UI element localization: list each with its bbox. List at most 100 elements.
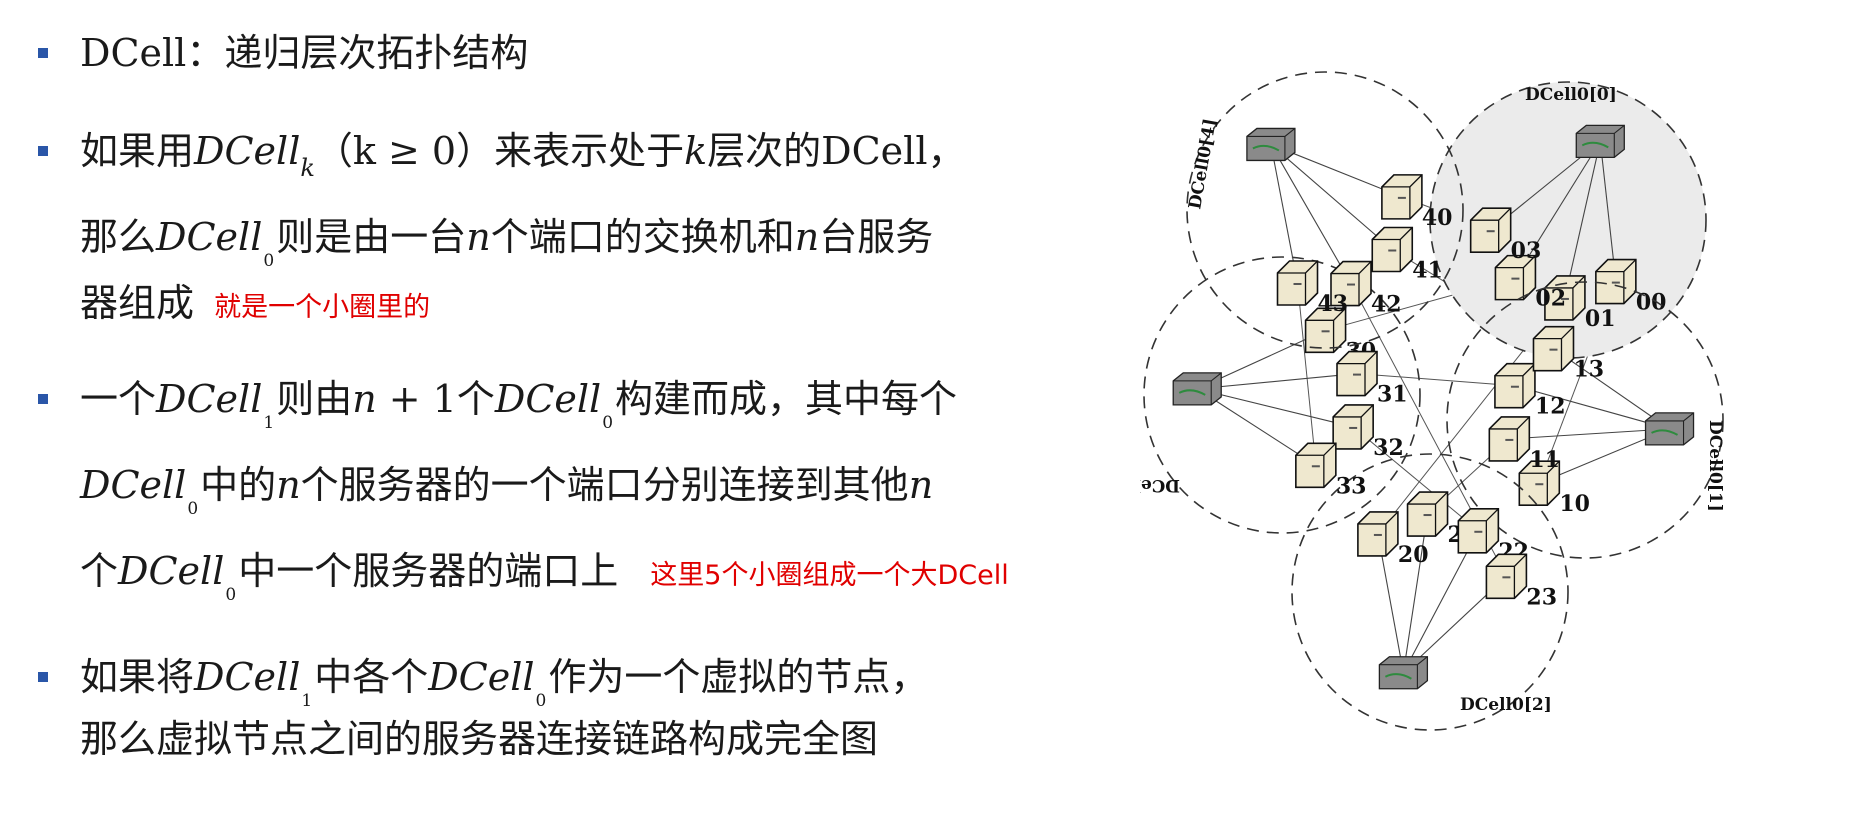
bullet-4-line-1: 如果将DCell1中各个DCell0作为一个虚拟的节点，: [80, 654, 929, 711]
math-subscript: 0: [187, 499, 199, 519]
bullet-3-line-2: DCell0中的n个服务器的一个端口分别连接到其他n: [80, 462, 934, 519]
annotation-note: 这里5个小圈组成一个大DCell: [650, 560, 1009, 591]
bullet-3-line-3: 个DCell0中一个服务器的端口上 这里5个小圈组成一个大DCell: [80, 548, 1009, 605]
text-run: 中各个: [314, 655, 429, 699]
server-label: 23: [1526, 584, 1557, 610]
bullet-marker: [38, 48, 48, 58]
math-term: DCell: [80, 463, 187, 507]
server-label: 33: [1336, 473, 1367, 499]
math-term: DCell: [194, 655, 301, 699]
bullet-marker: [38, 672, 48, 682]
math-subscript: 0: [225, 585, 237, 605]
text-run: 那么: [80, 215, 157, 259]
switch-icon: [1246, 127, 1296, 162]
server-label: 03: [1511, 238, 1542, 264]
server-icon: [1406, 491, 1449, 537]
math-term: n: [466, 215, 491, 259]
math-term: DCell: [156, 377, 263, 421]
math-term: n: [276, 463, 301, 507]
switch-icon: [1172, 372, 1222, 406]
text-run: （k ≥ 0）来表示处于: [314, 129, 685, 173]
text-run: 如果将: [80, 655, 195, 699]
switch-icon: [1644, 412, 1695, 446]
switch-icon: [1575, 124, 1625, 159]
text-run: + 1个: [376, 377, 495, 421]
text-run: 如果用: [80, 129, 195, 173]
text-run: 个端口的交换机和: [490, 215, 795, 259]
server-label: 40: [1422, 205, 1453, 231]
bullet-2-line-3: 器组成 就是一个小圈里的: [80, 280, 430, 331]
math-term: n: [794, 215, 820, 259]
text-run: 则由: [276, 377, 353, 421]
math-subscript: 1: [263, 413, 275, 433]
math-subscript: 1: [301, 691, 313, 711]
server-label: 42: [1371, 292, 1402, 318]
server-icon: [1595, 258, 1637, 305]
math-term: DCell: [194, 129, 301, 173]
text-run: 则是由一台: [276, 215, 467, 259]
text-run: 作为一个虚拟的节点，: [548, 655, 929, 699]
cells-layer: 00010203DCell0[0]10111213DCell0[1]202122…: [1140, 71, 1725, 731]
text-run: 个服务器的一个端口分别连接到其他: [300, 463, 909, 507]
dcell-label: DCell0[0]: [1525, 85, 1617, 105]
dcell-group: 40 41 42 43 DCell0[4]: [1185, 71, 1464, 349]
bullet-4-line-2: 那么虚拟节点之间的服务器连接链路构成完全图: [80, 717, 879, 761]
text-run: 个: [80, 549, 119, 593]
bullet-2-line-1: 如果用DCellk（k ≥ 0）来表示处于k层次的DCell，: [80, 128, 966, 182]
server-icon: [1485, 553, 1528, 600]
text-run: 中的: [200, 463, 277, 507]
bullet-marker: [38, 394, 48, 404]
server-link: [1297, 282, 1317, 466]
math-term: n: [908, 463, 934, 507]
server-label: 12: [1535, 394, 1566, 420]
math-subscript: 0: [263, 251, 275, 271]
math-subscript: k: [300, 154, 315, 182]
text-run: 台服务: [819, 215, 934, 259]
dcell-label: DCell0[4]: [1185, 117, 1221, 211]
server-label: 20: [1398, 542, 1429, 568]
dcell-label: DCell0[2]: [1460, 695, 1552, 715]
server-label: 11: [1529, 447, 1560, 473]
math-subscript: 0: [602, 413, 614, 433]
server-label: 01: [1585, 306, 1616, 332]
server-icon: [1332, 404, 1374, 450]
dcell-label: DCell0[3]: [1140, 475, 1180, 495]
annotation-note: 就是一个小圈里的: [214, 292, 431, 323]
bullet-2-line-2: 那么DCell0则是由一台n个端口的交换机和n台服务: [80, 214, 934, 271]
server-label: 32: [1373, 435, 1404, 461]
math-term: DCell: [118, 549, 225, 593]
dcell-label: DCell0[1]: [1705, 420, 1725, 512]
server-icon: [1494, 362, 1536, 409]
server-label: 10: [1559, 491, 1590, 517]
server-icon: [1336, 350, 1378, 397]
math-term: k: [684, 129, 708, 173]
server-label: 43: [1318, 291, 1349, 317]
server-label: 31: [1377, 382, 1408, 408]
math-term: DCell: [494, 377, 602, 421]
math-subscript: 0: [535, 691, 547, 711]
server-icon: [1457, 507, 1500, 554]
server-label: 13: [1573, 357, 1604, 383]
switch-link: [1270, 144, 1393, 250]
text-run: 层次的DCell，: [707, 129, 966, 173]
dcell-group: 00010203DCell0[0]: [1429, 81, 1707, 359]
text-run: 构建而成，其中每个: [615, 377, 958, 421]
server-icon: [1488, 416, 1531, 462]
server-icon: [1381, 174, 1423, 220]
math-term: n: [352, 377, 377, 421]
bullet-1-text: DCell：递归层次拓扑结构: [80, 31, 529, 75]
server-label: 41: [1412, 257, 1443, 283]
text-run: 中一个服务器的端口上: [238, 549, 619, 593]
text-run: 器组成: [80, 281, 195, 325]
math-term: DCell: [156, 215, 263, 259]
server-icon: [1295, 442, 1337, 489]
bullet-marker: [38, 146, 48, 156]
text-run: 一个: [80, 377, 157, 421]
server-icon: [1469, 207, 1512, 254]
server-icon: [1532, 325, 1575, 372]
math-term: DCell: [428, 655, 535, 699]
dcell-topology-diagram: 00010203DCell0[0]10111213DCell0[1]202122…: [1140, 71, 1725, 731]
server-icon: [1371, 226, 1414, 273]
server-icon: [1276, 260, 1319, 306]
switch-icon: [1378, 656, 1429, 690]
